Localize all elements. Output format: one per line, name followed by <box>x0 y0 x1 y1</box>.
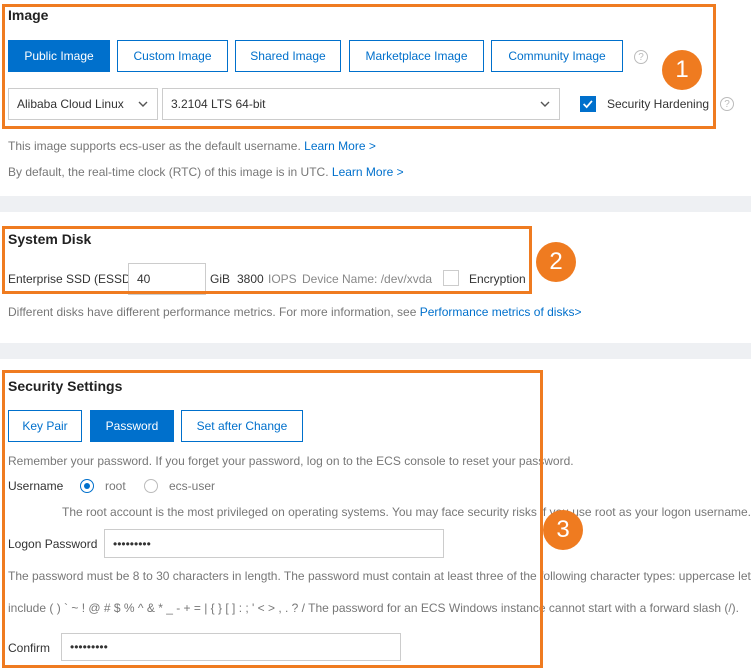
disk-performance-note: Different disks have different performan… <box>8 305 581 319</box>
learn-more-link[interactable]: Learn More > <box>304 139 376 153</box>
step-badge-3: 3 <box>543 510 583 550</box>
section-divider <box>0 343 751 359</box>
note-text: By default, the real-time clock (RTC) of… <box>8 165 332 179</box>
note-text: This image supports ecs-user as the defa… <box>8 139 305 153</box>
highlight-box-security <box>2 370 543 668</box>
help-icon[interactable]: ? <box>720 97 734 111</box>
section-divider <box>0 196 751 212</box>
learn-more-link[interactable]: Learn More > <box>332 165 404 179</box>
note-text: Different disks have different performan… <box>8 305 420 319</box>
image-note-username: This image supports ecs-user as the defa… <box>8 139 376 153</box>
step-badge-1: 1 <box>662 50 702 90</box>
highlight-box-system-disk <box>2 226 532 294</box>
image-note-rtc: By default, the real-time clock (RTC) of… <box>8 165 404 179</box>
step-badge-2: 2 <box>536 242 576 282</box>
performance-metrics-link[interactable]: Performance metrics of disks> <box>420 305 582 319</box>
highlight-box-image <box>2 4 716 129</box>
